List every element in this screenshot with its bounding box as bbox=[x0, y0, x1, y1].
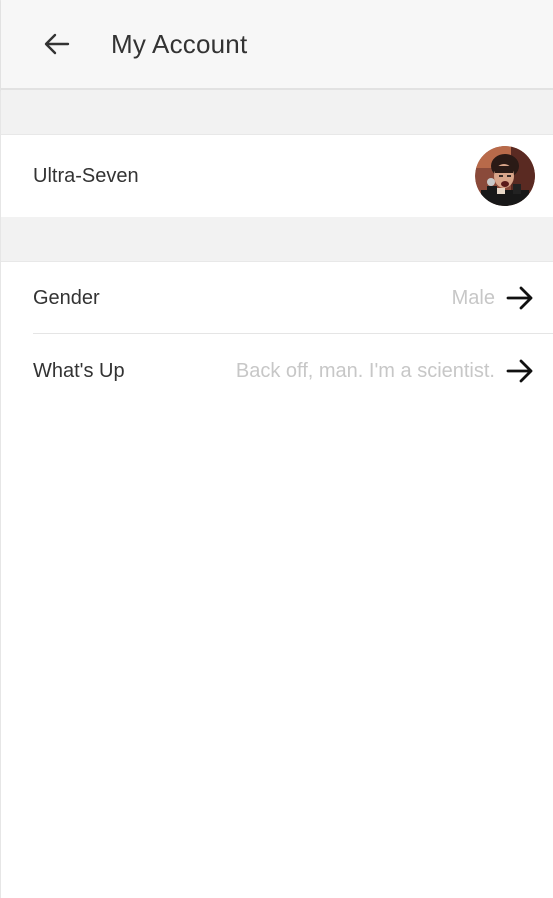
section-spacer bbox=[1, 90, 553, 135]
gender-row[interactable]: Gender Male bbox=[1, 262, 553, 334]
gender-label: Gender bbox=[33, 286, 100, 309]
profile-name: Ultra-Seven bbox=[33, 164, 139, 187]
top-app-bar: My Account bbox=[1, 0, 553, 90]
page-title: My Account bbox=[111, 28, 248, 59]
avatar-image bbox=[475, 146, 535, 206]
back-button[interactable] bbox=[37, 24, 77, 64]
gender-value: Male bbox=[451, 286, 495, 309]
section-spacer bbox=[1, 217, 553, 262]
my-account-screen: My Account Ultra-Seven Gender Male What'… bbox=[0, 0, 553, 898]
settings-list: Gender Male What's Up Back off, man. I'm… bbox=[1, 262, 553, 408]
back-arrow-icon bbox=[44, 33, 70, 55]
avatar[interactable] bbox=[475, 146, 535, 206]
arrow-right-icon bbox=[505, 283, 535, 313]
profile-row[interactable]: Ultra-Seven bbox=[1, 135, 553, 217]
whats-up-value: Back off, man. I'm a scientist. bbox=[235, 359, 495, 382]
arrow-right-icon bbox=[505, 356, 535, 386]
whats-up-row[interactable]: What's Up Back off, man. I'm a scientist… bbox=[1, 334, 553, 408]
whats-up-label: What's Up bbox=[33, 359, 125, 382]
